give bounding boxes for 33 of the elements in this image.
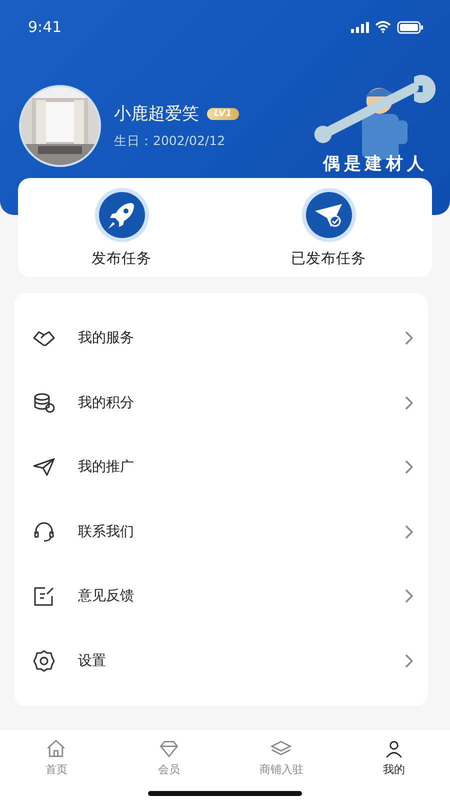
- chevron-icon: [404, 330, 414, 346]
- chevron-icon: [404, 394, 414, 411]
- tab-item[interactable]: 首页: [0, 730, 112, 800]
- level-badge: LV1: [207, 108, 239, 120]
- menu-item[interactable]: 我的积分: [14, 370, 428, 435]
- battery-icon: [397, 20, 424, 34]
- settings-icon: [32, 648, 56, 673]
- status-time: 9:41: [28, 18, 62, 36]
- tab-item[interactable]: 商铺入驻: [225, 730, 338, 800]
- diamond-icon: [158, 738, 180, 760]
- birthday-text: 生日：2002/02/12: [114, 133, 226, 150]
- chevron-icon: [404, 524, 414, 540]
- menu-item[interactable]: 我的服务: [14, 306, 428, 370]
- chevron-icon: [404, 459, 414, 476]
- slogan-text: 偶是建材人: [323, 153, 428, 175]
- menu-item[interactable]: 意见反馈: [14, 564, 428, 628]
- user-name: 小鹿超爱笑: [114, 103, 199, 125]
- rocket-icon: [94, 187, 150, 243]
- tab-item[interactable]: 会员: [112, 730, 225, 800]
- signal-icon: [351, 22, 369, 32]
- headset-icon: [32, 520, 56, 544]
- action-button[interactable]: 发布任务: [18, 178, 225, 277]
- chevron-icon: [404, 588, 414, 604]
- action-button[interactable]: 已发布任务: [225, 178, 432, 277]
- coins-icon: [32, 390, 56, 415]
- menu-item[interactable]: 联系我们: [14, 500, 428, 564]
- menu-item[interactable]: 设置: [14, 628, 428, 693]
- home-icon: [45, 738, 68, 760]
- chevron-icon: [404, 652, 414, 669]
- menu-item[interactable]: 我的推广: [14, 435, 428, 500]
- paper-plane-icon: [300, 187, 356, 243]
- wifi-icon: [375, 21, 391, 33]
- tab-item[interactable]: 我的: [338, 730, 450, 800]
